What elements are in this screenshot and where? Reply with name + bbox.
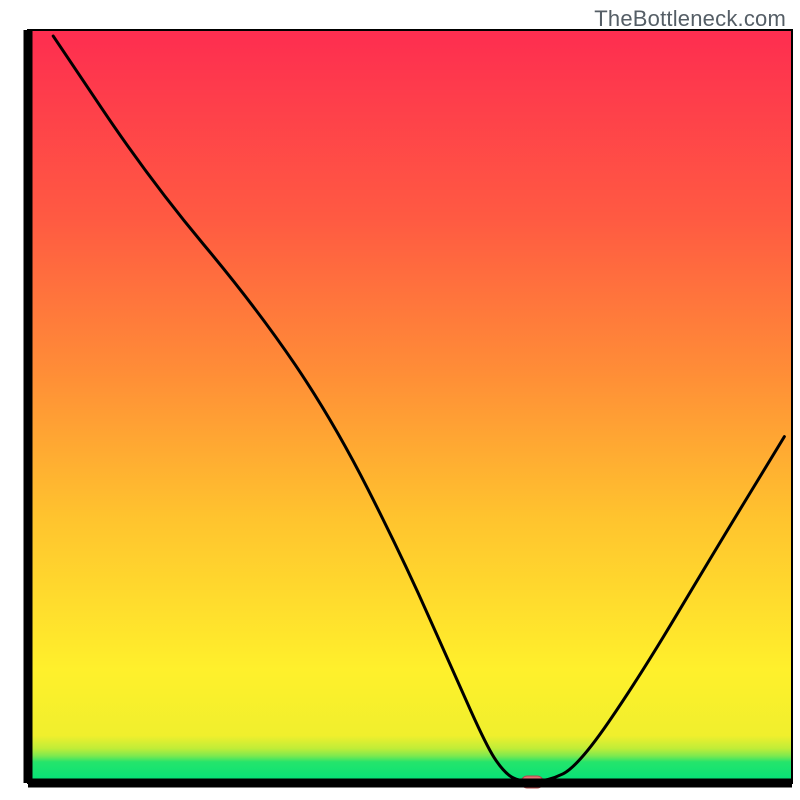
- watermark-label: TheBottleneck.com: [594, 6, 786, 32]
- chart-container: TheBottleneck.com: [0, 0, 800, 800]
- chart-background: [28, 30, 792, 783]
- bottleneck-chart: [0, 0, 800, 800]
